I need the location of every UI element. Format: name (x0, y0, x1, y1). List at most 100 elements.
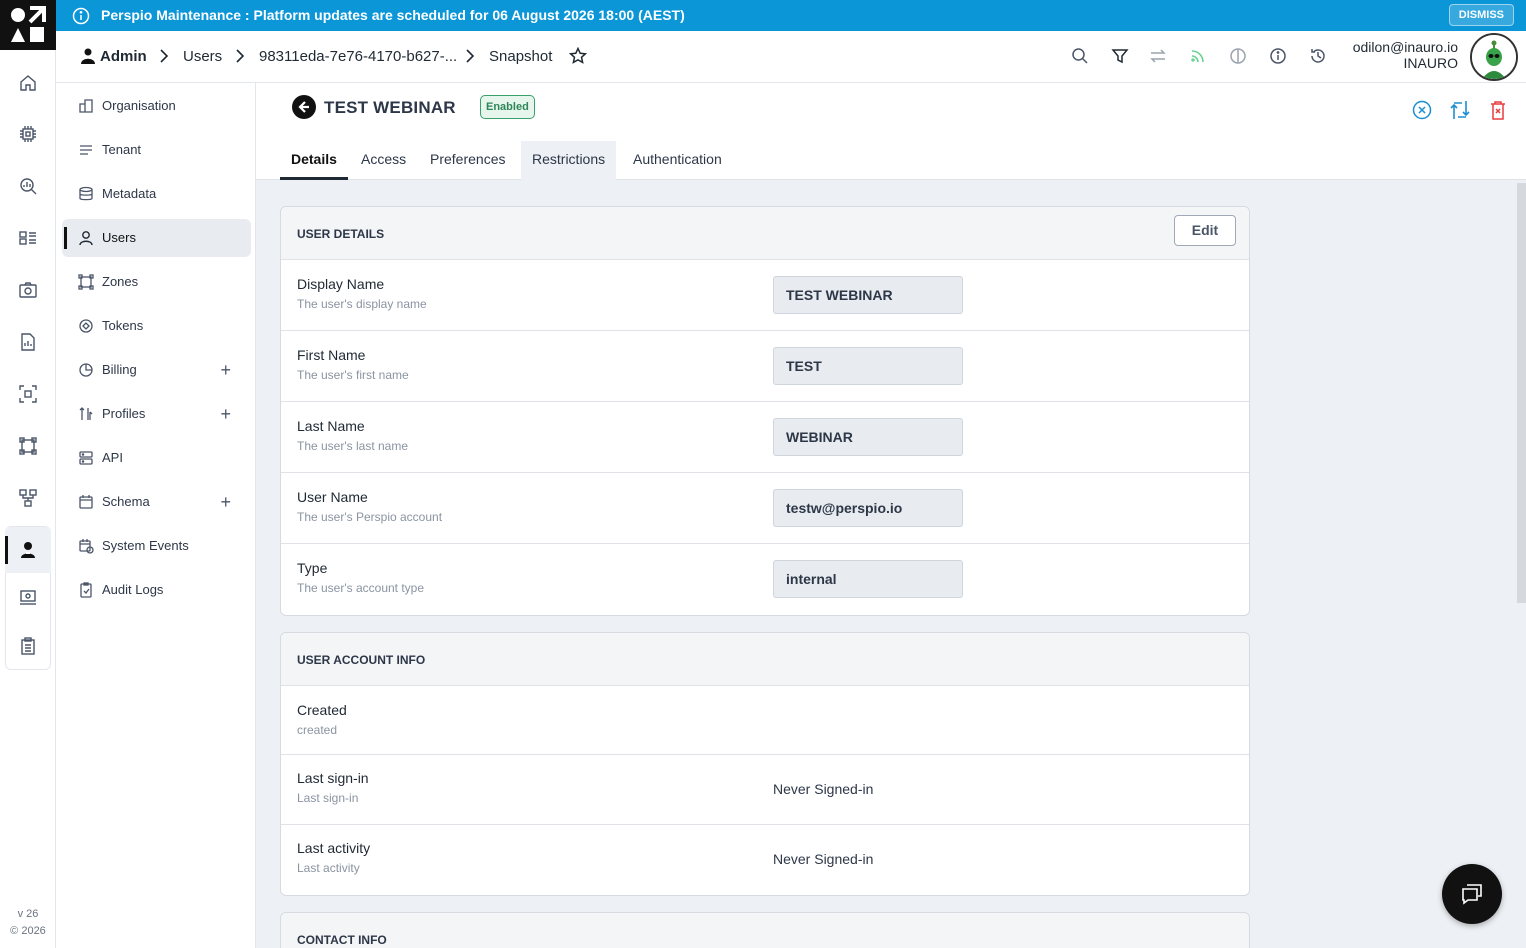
card-title: CONTACT INFO (297, 933, 387, 947)
admin-user-icon (81, 48, 95, 69)
breadcrumb-users[interactable]: Users (183, 48, 222, 65)
expand-plus-icon[interactable]: + (220, 360, 231, 381)
api-icon (78, 450, 94, 466)
expand-plus-icon[interactable]: + (220, 404, 231, 425)
clipboard-icon[interactable] (16, 634, 40, 658)
tenant-icon (78, 142, 94, 158)
sidebar-item-label: Tokens (102, 318, 144, 333)
chat-button[interactable] (1442, 864, 1502, 924)
tab-details[interactable]: Details (280, 141, 348, 180)
field-description: The user's first name (297, 368, 409, 382)
perspio-logo[interactable] (0, 0, 56, 50)
search-icon[interactable] (1071, 47, 1091, 67)
zones-icon (78, 274, 94, 290)
sidebar-item-label: Zones (102, 274, 139, 289)
avatar[interactable] (1470, 33, 1518, 81)
breadcrumb-user-id[interactable]: 98311eda-7e76-4170-b627-... (259, 48, 457, 65)
tab-authentication[interactable]: Authentication (622, 141, 733, 180)
sidebar-item-label: Audit Logs (102, 582, 164, 597)
chip-icon[interactable] (16, 122, 40, 146)
report-icon[interactable] (16, 330, 40, 354)
field-label: Display Name (297, 276, 385, 292)
sidebar-item-label: API (102, 450, 123, 465)
system-events-icon (78, 538, 94, 554)
sidebar-item-label: Billing (102, 362, 137, 377)
swap-icon[interactable] (1149, 47, 1169, 67)
sidebar-item-label: Tenant (102, 142, 142, 157)
sidebar-item-label: Organisation (102, 98, 176, 113)
sidebar-item-label: Schema (102, 494, 150, 509)
sidebar-item-metadata[interactable]: Metadata (62, 175, 251, 213)
field-label: Last activity (297, 840, 371, 856)
detail-row: Display Name The user's display name TES… (281, 260, 1249, 331)
info-icon[interactable] (1269, 47, 1289, 67)
top-header: Admin Users 98311eda-7e76-4170-b627-... … (56, 31, 1526, 83)
user-details-card: USER DETAILS Edit Display Name The user'… (280, 206, 1250, 616)
field-description: created (297, 723, 338, 737)
vertical-scrollbar[interactable] (1517, 183, 1526, 603)
transfer-icon[interactable] (1449, 99, 1471, 121)
sidebar-item-zones[interactable]: Zones (62, 263, 251, 301)
first-name-field[interactable]: TEST (773, 347, 963, 385)
sidebar-item-audit-logs[interactable]: Audit Logs (62, 571, 251, 609)
page-title: TEST WEBINAR (324, 98, 456, 117)
field-description: The user's account type (297, 581, 425, 595)
sidebar-item-organisation[interactable]: Organisation (62, 87, 251, 125)
detail-row: Last Name The user's last name WEBINAR (281, 402, 1249, 473)
sidebar-item-tokens[interactable]: Tokens (62, 307, 251, 345)
tab-access[interactable]: Access (350, 141, 417, 180)
sidebar-item-api[interactable]: API (62, 439, 251, 477)
copyright: © 2026 (10, 925, 46, 937)
page-header: TEST WEBINAR Enabled Details Access Pref… (256, 83, 1526, 180)
organisation-icon (78, 98, 94, 114)
sidebar-item-schema[interactable]: Schema + (62, 483, 251, 521)
display-name-field[interactable]: TEST WEBINAR (773, 276, 963, 314)
sidebar-item-billing[interactable]: Billing + (62, 351, 251, 389)
device-monitor-icon[interactable] (16, 586, 40, 610)
user-org: INAURO (1403, 55, 1458, 71)
audit-logs-icon (78, 582, 94, 598)
breadcrumb-admin[interactable]: Admin (100, 48, 147, 65)
star-icon[interactable] (568, 46, 588, 70)
card-title: USER ACCOUNT INFO (297, 653, 426, 667)
user-icon (78, 230, 94, 246)
feed-icon[interactable] (1189, 47, 1209, 67)
analytics-search-icon[interactable] (16, 174, 40, 198)
sidebar-item-system-events[interactable]: System Events (62, 527, 251, 565)
tab-preferences[interactable]: Preferences (419, 141, 516, 180)
floorplan-icon[interactable] (16, 434, 40, 458)
contrast-icon[interactable] (1229, 47, 1249, 67)
schema-icon (78, 494, 94, 510)
last-name-field[interactable]: WEBINAR (773, 418, 963, 456)
tab-restrictions[interactable]: Restrictions (521, 141, 617, 180)
dismiss-button[interactable]: DISMISS (1448, 4, 1514, 26)
home-icon[interactable] (16, 71, 40, 95)
back-button[interactable] (292, 95, 316, 119)
filter-icon[interactable] (1111, 47, 1131, 67)
type-field[interactable]: internal (773, 560, 963, 598)
admin-user-icon[interactable] (16, 538, 40, 562)
user-name-field[interactable]: testw@perspio.io (773, 489, 963, 527)
expand-plus-icon[interactable]: + (220, 492, 231, 513)
banner-message: Perspio Maintenance : Platform updates a… (101, 7, 685, 23)
delete-icon[interactable] (1487, 99, 1509, 121)
field-label: Last sign-in (297, 770, 369, 786)
hierarchy-icon[interactable] (16, 486, 40, 510)
detail-row: Type The user's account type internal (281, 544, 1249, 615)
app-version: v 26 (17, 908, 39, 920)
user-email: odilon@inauro.io (1352, 39, 1458, 55)
close-circle-icon[interactable] (1411, 99, 1433, 121)
camera-icon[interactable] (16, 278, 40, 302)
last-activity-value: Never Signed-in (773, 851, 874, 867)
card-header: CONTACT INFO (281, 913, 1249, 948)
database-icon (78, 186, 94, 202)
edit-button[interactable]: Edit (1174, 215, 1236, 246)
dashboard-icon[interactable] (16, 226, 40, 250)
history-icon[interactable] (1309, 47, 1329, 67)
sidebar-item-tenant[interactable]: Tenant (62, 131, 251, 169)
chevron-right-icon (235, 49, 245, 68)
scan-icon[interactable] (16, 382, 40, 406)
card-header: USER DETAILS Edit (281, 207, 1249, 260)
sidebar-item-profiles[interactable]: Profiles + (62, 395, 251, 433)
sidebar-item-users[interactable]: Users (62, 219, 251, 257)
